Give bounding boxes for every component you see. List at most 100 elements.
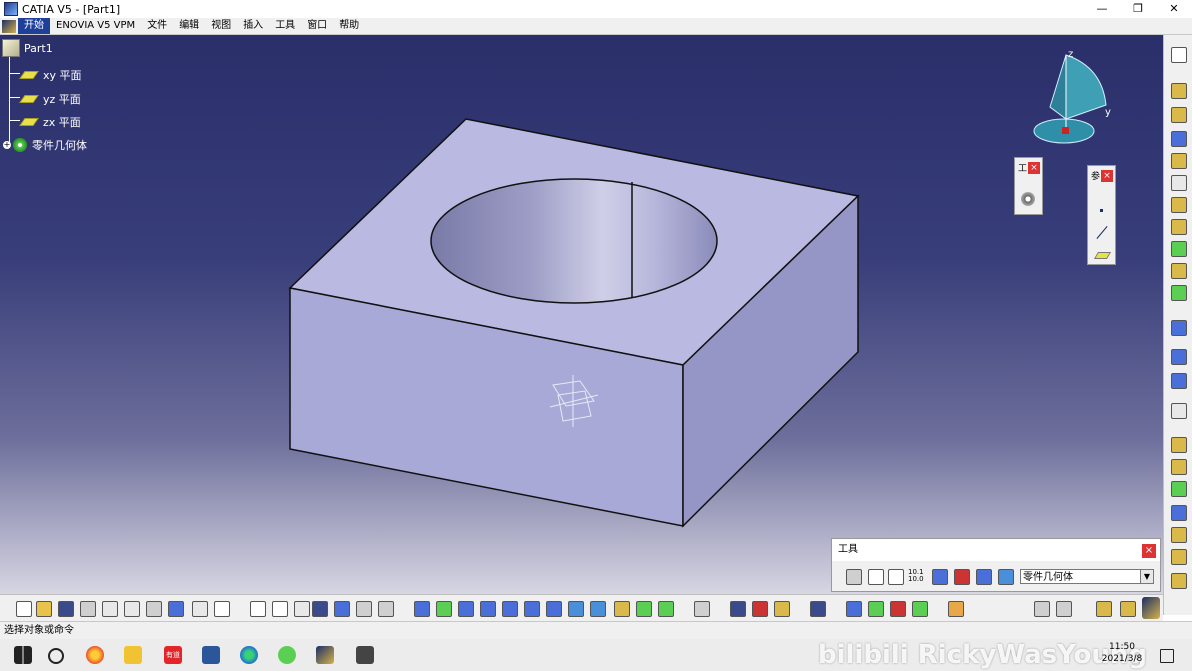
menu-edit[interactable]: 编辑	[173, 18, 205, 34]
tools-panel-close[interactable]: ×	[1142, 544, 1156, 558]
groove-icon[interactable]	[1171, 153, 1187, 169]
fillet-icon[interactable]	[1171, 263, 1187, 279]
close-button[interactable]: ✕	[1156, 0, 1192, 18]
boolean-icon[interactable]	[1171, 437, 1187, 453]
analysis-icon[interactable]	[694, 601, 710, 617]
word-icon[interactable]	[202, 646, 220, 664]
new-icon[interactable]	[16, 601, 32, 617]
hand-icon[interactable]	[868, 569, 884, 585]
edge-icon[interactable]	[240, 646, 258, 664]
menu-insert[interactable]: 插入	[237, 18, 269, 34]
3d-viewport[interactable]: Part1 xy 平面 yz 平面 zx 平面 + 零件几何体 z y 工 × …	[0, 35, 1163, 594]
layer-icon[interactable]	[1120, 601, 1136, 617]
multi-view-icon[interactable]	[568, 601, 584, 617]
help-icon[interactable]	[214, 601, 230, 617]
window-icon[interactable]	[1056, 601, 1072, 617]
draft-analysis-icon[interactable]	[868, 601, 884, 617]
app-taskbar-icon[interactable]	[356, 646, 374, 664]
publication-icon[interactable]	[948, 601, 964, 617]
measure-item-icon[interactable]	[752, 601, 768, 617]
fly-mode-icon[interactable]	[414, 601, 430, 617]
search-icon[interactable]	[48, 648, 64, 664]
remove-icon[interactable]	[1171, 505, 1187, 521]
axis-icon[interactable]	[1171, 549, 1187, 565]
tree-expand-icon[interactable]	[378, 601, 394, 617]
measure-icon[interactable]	[1171, 573, 1187, 589]
floating-toolbar-close[interactable]: ×	[1028, 162, 1040, 174]
fit-all-icon[interactable]	[436, 601, 452, 617]
maximize-button[interactable]: ❐	[1120, 0, 1156, 18]
settings-gear-icon[interactable]	[1021, 192, 1035, 206]
assemble-icon[interactable]	[1171, 459, 1187, 475]
floating-toolbar-close[interactable]: ×	[1101, 170, 1113, 182]
current-body-select[interactable]: 零件几何体 ▼	[1020, 569, 1154, 584]
rotate-icon[interactable]	[480, 601, 496, 617]
pattern-icon[interactable]	[1171, 373, 1187, 389]
plane-create-icon[interactable]	[1093, 252, 1112, 259]
save-icon[interactable]	[58, 601, 74, 617]
multi-section-icon[interactable]	[1171, 241, 1187, 257]
comment-icon[interactable]	[272, 601, 288, 617]
catia-menu-icon[interactable]	[2, 19, 16, 33]
menu-tools[interactable]: 工具	[269, 18, 301, 34]
cut-icon[interactable]	[102, 601, 118, 617]
relations-icon[interactable]	[334, 601, 350, 617]
axis-create-icon[interactable]	[888, 569, 904, 585]
chamfer-icon[interactable]	[1171, 285, 1187, 301]
formula-icon[interactable]	[250, 601, 266, 617]
redo-icon[interactable]	[192, 601, 208, 617]
chevron-down-icon[interactable]: ▼	[1140, 570, 1153, 583]
print-icon[interactable]	[80, 601, 96, 617]
tree-node-xy-plane[interactable]: xy 平面	[19, 67, 82, 83]
open-icon[interactable]	[36, 601, 52, 617]
pocket-icon[interactable]	[1171, 107, 1187, 123]
scan-icon[interactable]	[954, 569, 970, 585]
swap-space-icon[interactable]	[658, 601, 674, 617]
mirror-icon[interactable]	[1171, 349, 1187, 365]
catalog-icon[interactable]	[932, 569, 948, 585]
rib-icon[interactable]	[1171, 197, 1187, 213]
draft-icon[interactable]	[1171, 320, 1187, 336]
reorder-icon[interactable]	[356, 601, 372, 617]
part-geometry[interactable]	[0, 35, 1163, 594]
body-icon[interactable]	[998, 569, 1014, 585]
scale-icon[interactable]	[1171, 403, 1187, 419]
copy-icon[interactable]	[124, 601, 140, 617]
tree-node-yz-plane[interactable]: yz 平面	[19, 91, 81, 107]
split-icon[interactable]	[1034, 601, 1050, 617]
zoom-in-icon[interactable]	[502, 601, 518, 617]
add-icon[interactable]	[1171, 481, 1187, 497]
menu-enovia[interactable]: ENOVIA V5 VPM	[50, 18, 141, 34]
menu-window[interactable]: 窗口	[301, 18, 333, 34]
tree-node-part1[interactable]: Part1	[2, 39, 53, 57]
zoom-out-icon[interactable]	[524, 601, 540, 617]
menu-file[interactable]: 文件	[141, 18, 173, 34]
tree-node-part-body[interactable]: + 零件几何体	[3, 137, 87, 153]
pan-icon[interactable]	[458, 601, 474, 617]
undo-icon[interactable]	[168, 601, 184, 617]
surface-icon[interactable]	[912, 601, 928, 617]
sketcher-icon[interactable]	[1171, 47, 1187, 63]
knowledge-icon[interactable]	[294, 601, 310, 617]
file-explorer-icon[interactable]	[124, 646, 142, 664]
stack-icon[interactable]	[1096, 601, 1112, 617]
menu-view[interactable]: 视图	[205, 18, 237, 34]
mass-icon[interactable]	[774, 601, 790, 617]
photo-icon[interactable]	[810, 601, 826, 617]
iso-view-icon[interactable]	[590, 601, 606, 617]
pad-icon[interactable]	[1171, 83, 1187, 99]
hole-icon[interactable]	[1171, 175, 1187, 191]
catia-taskbar-icon[interactable]	[316, 646, 334, 664]
table-icon[interactable]	[312, 601, 328, 617]
curvature-icon[interactable]	[890, 601, 906, 617]
point-icon[interactable]	[1100, 209, 1103, 212]
firefox-icon[interactable]	[86, 646, 104, 664]
system-clock[interactable]: 11:50 2021/3/8	[1098, 641, 1146, 665]
minimize-button[interactable]: —	[1084, 0, 1120, 18]
measure-between-icon[interactable]	[730, 601, 746, 617]
wechat-icon[interactable]	[278, 646, 296, 664]
normal-view-icon[interactable]	[546, 601, 562, 617]
windows-start-icon[interactable]	[14, 646, 32, 664]
slot-icon[interactable]	[1171, 219, 1187, 235]
menu-help[interactable]: 帮助	[333, 18, 365, 34]
